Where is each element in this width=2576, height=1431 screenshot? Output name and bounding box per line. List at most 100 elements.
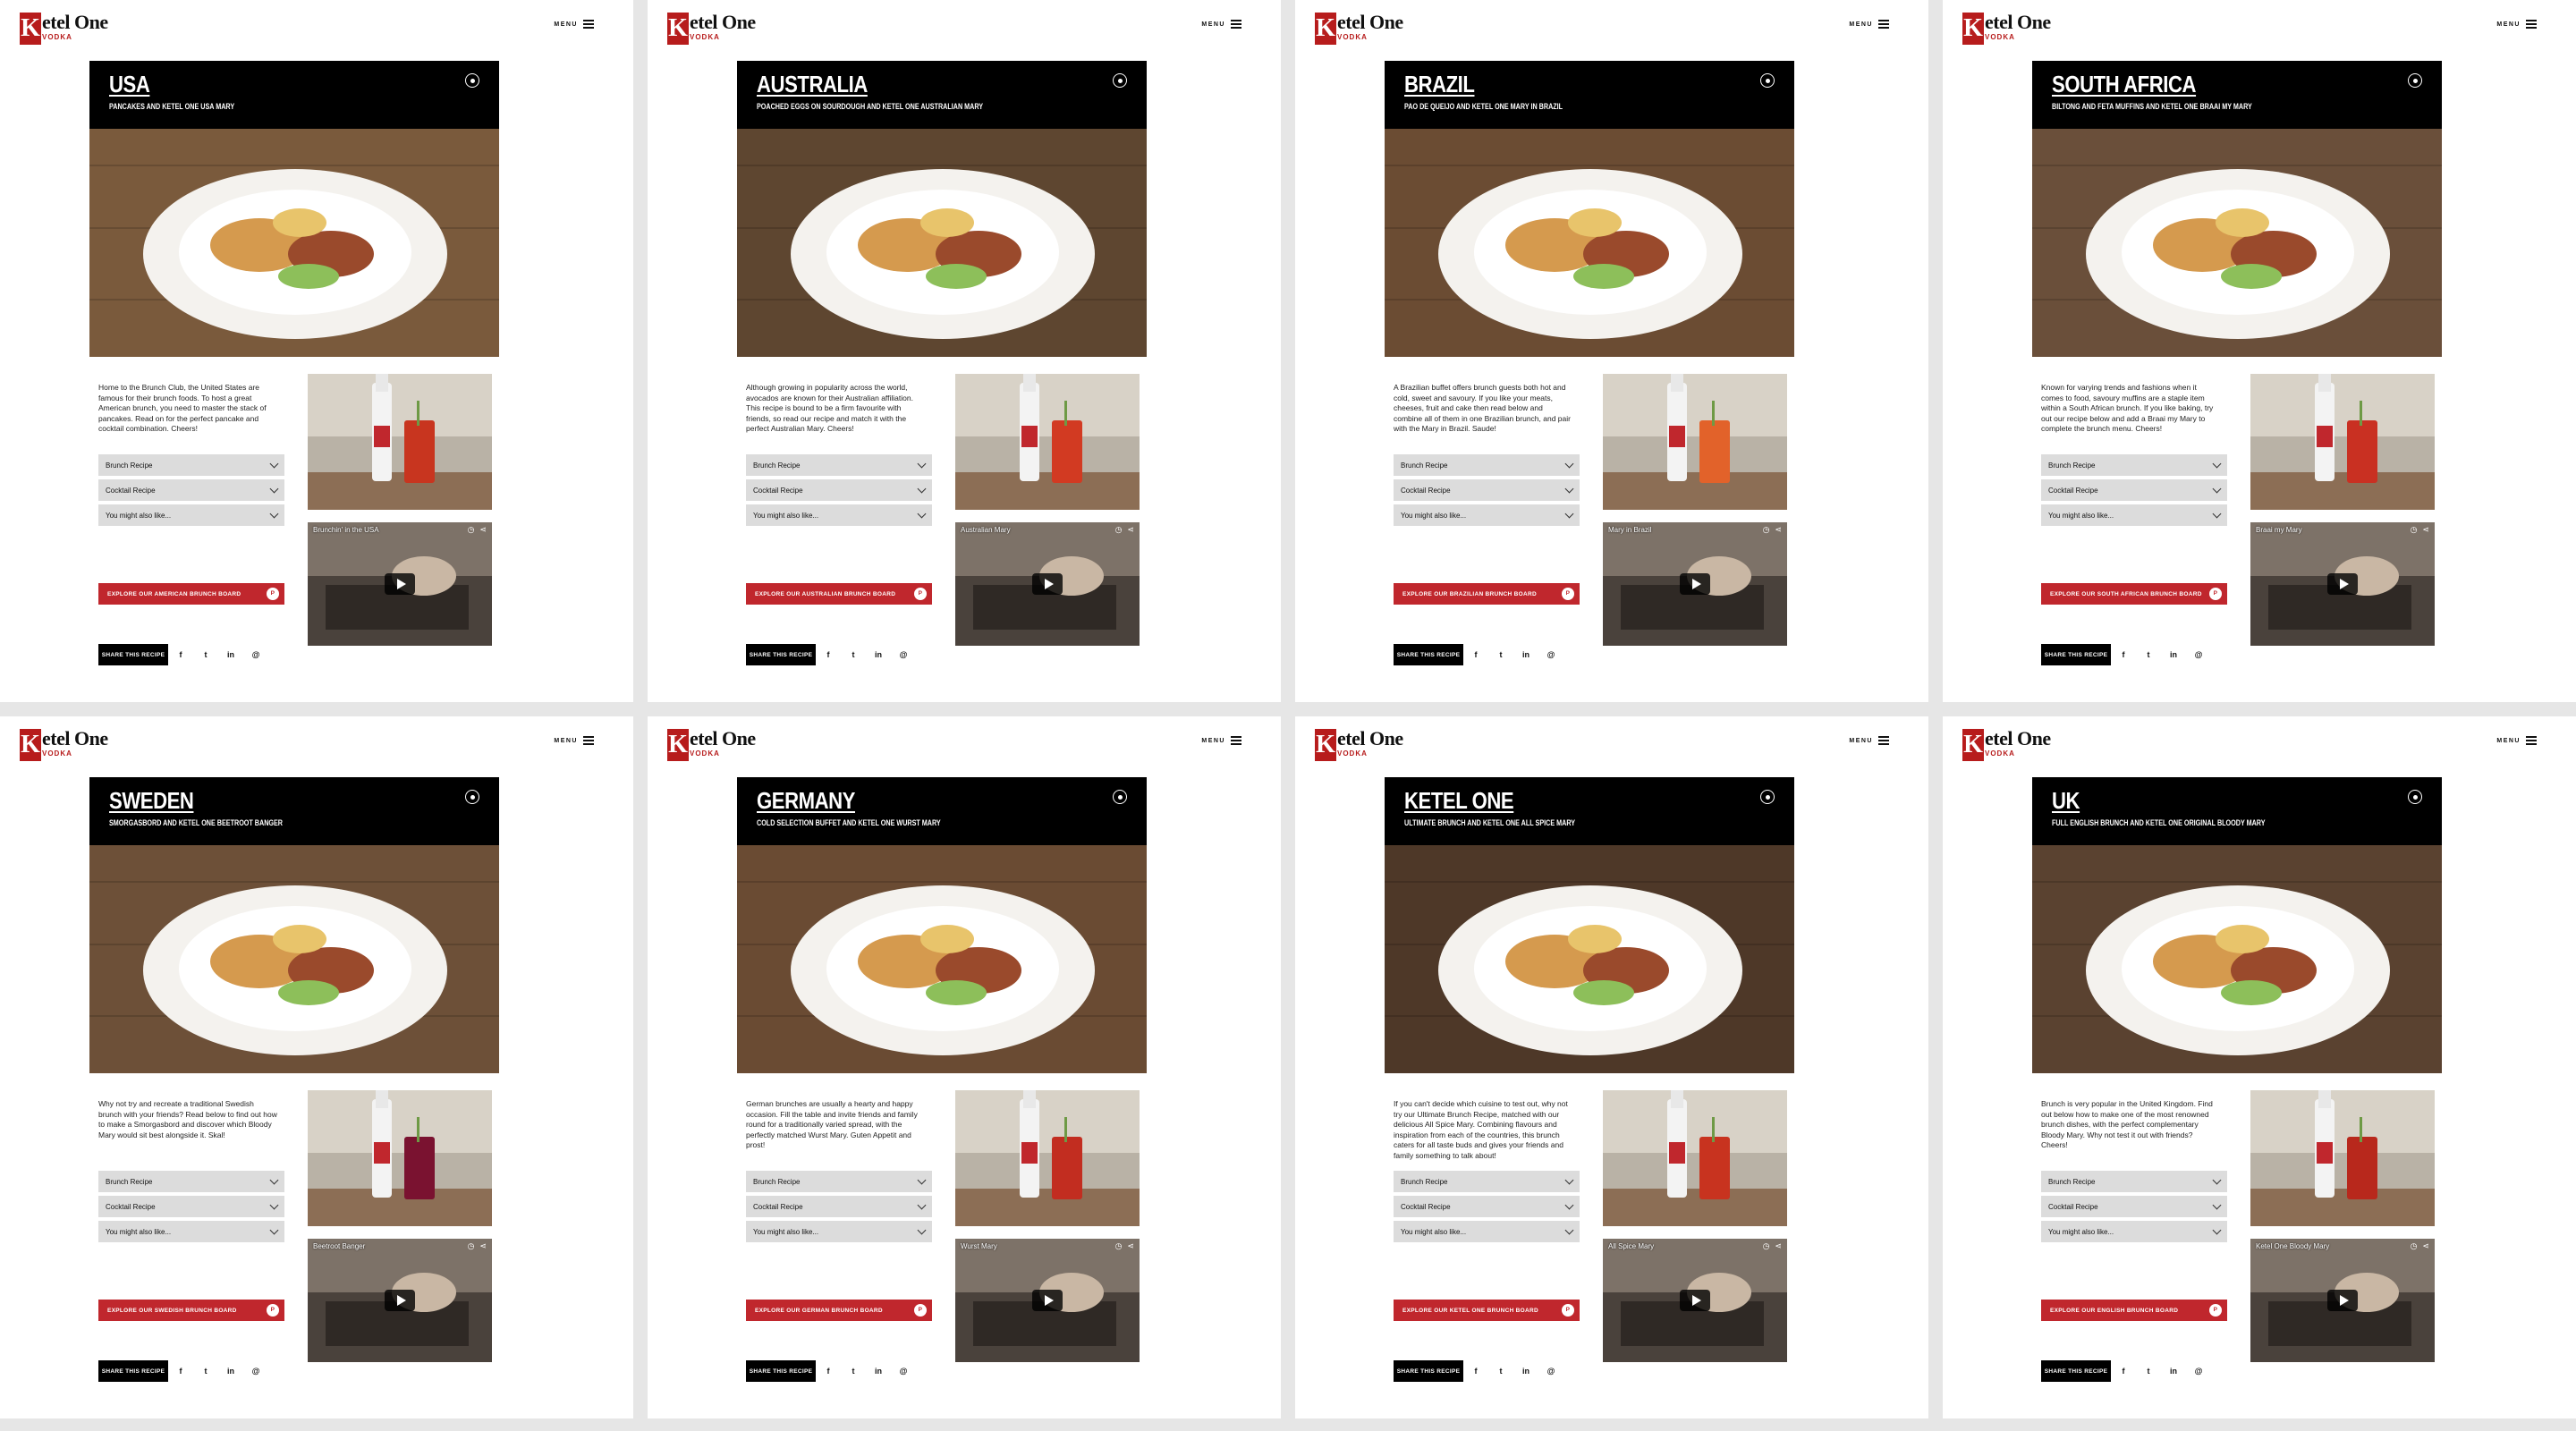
facebook-icon[interactable]: f	[2111, 1360, 2136, 1382]
brand-logo[interactable]: K etel One VODKA	[1962, 13, 2051, 45]
linkedin-icon[interactable]: in	[1513, 644, 1538, 665]
email-icon[interactable]: @	[243, 1360, 268, 1382]
twitter-icon[interactable]: t	[841, 644, 866, 665]
play-icon[interactable]	[1032, 573, 1063, 595]
explore-board-button[interactable]: EXPLORE OUR BRAZILIAN BRUNCH BOARD P	[1394, 583, 1580, 605]
brunch-recipe-accordion[interactable]: Brunch Recipe	[2041, 454, 2227, 476]
video-player[interactable]: Braai my Mary ◷ ⋖	[2250, 522, 2435, 646]
facebook-icon[interactable]: f	[816, 644, 841, 665]
clock-icon[interactable]: ◷	[1763, 525, 1770, 535]
share-recipe-button[interactable]: SHARE THIS RECIPE	[1394, 1360, 1463, 1382]
more-accordion[interactable]: You might also like...	[1394, 1221, 1580, 1242]
explore-board-button[interactable]: EXPLORE OUR ENGLISH BRUNCH BOARD P	[2041, 1300, 2227, 1321]
play-icon[interactable]	[1680, 573, 1710, 595]
brand-logo[interactable]: K etel One VODKA	[1315, 13, 1403, 45]
explore-board-button[interactable]: EXPLORE OUR KETEL ONE BRUNCH BOARD P	[1394, 1300, 1580, 1321]
play-icon[interactable]	[2327, 573, 2358, 595]
linkedin-icon[interactable]: in	[2161, 644, 2186, 665]
cocktail-recipe-accordion[interactable]: Cocktail Recipe	[98, 1196, 284, 1217]
more-accordion[interactable]: You might also like...	[2041, 1221, 2227, 1242]
play-icon[interactable]	[1680, 1290, 1710, 1311]
cocktail-recipe-accordion[interactable]: Cocktail Recipe	[2041, 479, 2227, 501]
cocktail-recipe-accordion[interactable]: Cocktail Recipe	[746, 479, 932, 501]
facebook-icon[interactable]: f	[168, 644, 193, 665]
facebook-icon[interactable]: f	[1463, 644, 1488, 665]
menu-button[interactable]: MENU	[2496, 20, 2537, 29]
close-icon[interactable]	[1113, 73, 1127, 88]
clock-icon[interactable]: ◷	[2411, 1241, 2418, 1251]
linkedin-icon[interactable]: in	[2161, 1360, 2186, 1382]
video-player[interactable]: Wurst Mary ◷ ⋖	[955, 1239, 1140, 1362]
brand-logo[interactable]: K etel One VODKA	[667, 13, 756, 45]
video-player[interactable]: All Spice Mary ◷ ⋖	[1603, 1239, 1787, 1362]
share-icon[interactable]: ⋖	[1127, 525, 1134, 535]
clock-icon[interactable]: ◷	[2411, 525, 2418, 535]
email-icon[interactable]: @	[891, 644, 916, 665]
facebook-icon[interactable]: f	[2111, 644, 2136, 665]
share-recipe-button[interactable]: SHARE THIS RECIPE	[98, 644, 168, 665]
brand-logo[interactable]: K etel One VODKA	[20, 13, 108, 45]
brunch-recipe-accordion[interactable]: Brunch Recipe	[1394, 454, 1580, 476]
cocktail-recipe-accordion[interactable]: Cocktail Recipe	[1394, 1196, 1580, 1217]
play-icon[interactable]	[385, 573, 415, 595]
cocktail-recipe-accordion[interactable]: Cocktail Recipe	[746, 1196, 932, 1217]
facebook-icon[interactable]: f	[1463, 1360, 1488, 1382]
email-icon[interactable]: @	[243, 644, 268, 665]
video-player[interactable]: Beetroot Banger ◷ ⋖	[308, 1239, 492, 1362]
email-icon[interactable]: @	[1538, 1360, 1563, 1382]
brand-logo[interactable]: K etel One VODKA	[20, 729, 108, 761]
menu-button[interactable]: MENU	[1201, 20, 1241, 29]
clock-icon[interactable]: ◷	[468, 1241, 475, 1251]
share-icon[interactable]: ⋖	[1127, 1241, 1134, 1251]
share-icon[interactable]: ⋖	[479, 525, 487, 535]
twitter-icon[interactable]: t	[193, 1360, 218, 1382]
twitter-icon[interactable]: t	[2136, 1360, 2161, 1382]
cocktail-recipe-accordion[interactable]: Cocktail Recipe	[1394, 479, 1580, 501]
share-recipe-button[interactable]: SHARE THIS RECIPE	[746, 644, 816, 665]
close-icon[interactable]	[2408, 73, 2422, 88]
share-recipe-button[interactable]: SHARE THIS RECIPE	[1394, 644, 1463, 665]
brunch-recipe-accordion[interactable]: Brunch Recipe	[746, 1171, 932, 1192]
close-icon[interactable]	[1113, 790, 1127, 804]
video-player[interactable]: Mary in Brazil ◷ ⋖	[1603, 522, 1787, 646]
more-accordion[interactable]: You might also like...	[1394, 504, 1580, 526]
facebook-icon[interactable]: f	[816, 1360, 841, 1382]
play-icon[interactable]	[385, 1290, 415, 1311]
close-icon[interactable]	[2408, 790, 2422, 804]
menu-button[interactable]: MENU	[1201, 736, 1241, 745]
play-icon[interactable]	[2327, 1290, 2358, 1311]
brunch-recipe-accordion[interactable]: Brunch Recipe	[98, 454, 284, 476]
close-icon[interactable]	[1760, 73, 1775, 88]
facebook-icon[interactable]: f	[168, 1360, 193, 1382]
twitter-icon[interactable]: t	[841, 1360, 866, 1382]
twitter-icon[interactable]: t	[2136, 644, 2161, 665]
clock-icon[interactable]: ◷	[1763, 1241, 1770, 1251]
linkedin-icon[interactable]: in	[1513, 1360, 1538, 1382]
email-icon[interactable]: @	[2186, 644, 2211, 665]
cocktail-recipe-accordion[interactable]: Cocktail Recipe	[2041, 1196, 2227, 1217]
close-icon[interactable]	[465, 73, 479, 88]
menu-button[interactable]: MENU	[1849, 736, 1889, 745]
linkedin-icon[interactable]: in	[866, 1360, 891, 1382]
brand-logo[interactable]: K etel One VODKA	[1315, 729, 1403, 761]
menu-button[interactable]: MENU	[554, 20, 594, 29]
explore-board-button[interactable]: EXPLORE OUR AUSTRALIAN BRUNCH BOARD P	[746, 583, 932, 605]
video-player[interactable]: Ketel One Bloody Mary ◷ ⋖	[2250, 1239, 2435, 1362]
close-icon[interactable]	[465, 790, 479, 804]
more-accordion[interactable]: You might also like...	[98, 504, 284, 526]
video-player[interactable]: Brunchin' in the USA ◷ ⋖	[308, 522, 492, 646]
brunch-recipe-accordion[interactable]: Brunch Recipe	[746, 454, 932, 476]
menu-button[interactable]: MENU	[554, 736, 594, 745]
linkedin-icon[interactable]: in	[218, 644, 243, 665]
email-icon[interactable]: @	[2186, 1360, 2211, 1382]
menu-button[interactable]: MENU	[1849, 20, 1889, 29]
share-icon[interactable]: ⋖	[1775, 1241, 1782, 1251]
menu-button[interactable]: MENU	[2496, 736, 2537, 745]
clock-icon[interactable]: ◷	[1115, 525, 1123, 535]
clock-icon[interactable]: ◷	[1115, 1241, 1123, 1251]
share-recipe-button[interactable]: SHARE THIS RECIPE	[2041, 644, 2111, 665]
brunch-recipe-accordion[interactable]: Brunch Recipe	[98, 1171, 284, 1192]
brand-logo[interactable]: K etel One VODKA	[1962, 729, 2051, 761]
share-icon[interactable]: ⋖	[2422, 525, 2429, 535]
more-accordion[interactable]: You might also like...	[98, 1221, 284, 1242]
